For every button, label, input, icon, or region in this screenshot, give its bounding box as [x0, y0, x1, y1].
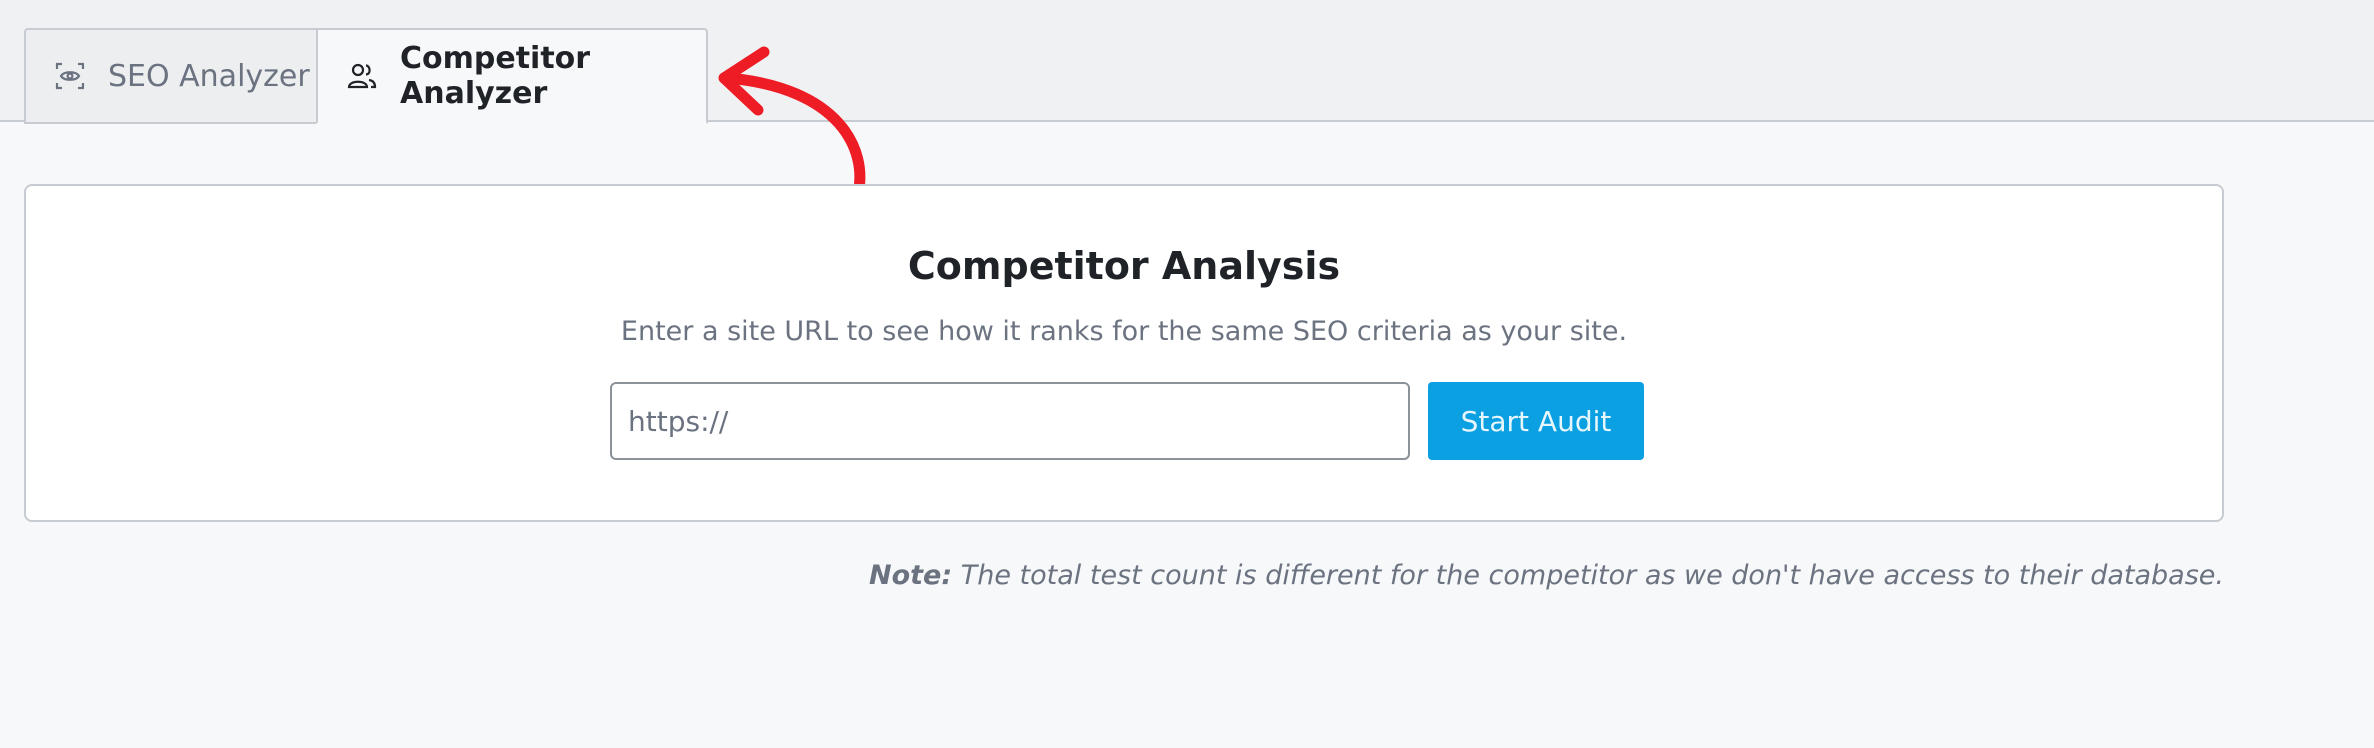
annotation-arrow-icon [718, 46, 866, 200]
note-body: The total test count is different for th… [960, 560, 2224, 591]
tab-seo-analyzer[interactable]: SEO Analyzer [24, 28, 318, 124]
users-icon [346, 60, 378, 92]
competitor-analysis-card: Competitor Analysis Enter a site URL to … [24, 184, 2224, 522]
note-label: Note: [868, 560, 953, 591]
start-audit-button[interactable]: Start Audit [1428, 382, 1644, 460]
card-title: Competitor Analysis [907, 244, 1341, 288]
card-description: Enter a site URL to see how it ranks for… [620, 316, 1628, 347]
eye-scan-icon [54, 60, 86, 92]
tab-competitor-analyzer-label: Competitor Analyzer [400, 41, 591, 111]
tab-bar: SEO Analyzer Competitor Analyzer [0, 0, 2374, 124]
site-url-input[interactable] [610, 382, 1410, 460]
tab-competitor-analyzer[interactable]: Competitor Analyzer [316, 28, 708, 124]
tab-seo-analyzer-label: SEO Analyzer [108, 58, 310, 94]
note-text: Note: The total test count is different … [869, 560, 2224, 591]
